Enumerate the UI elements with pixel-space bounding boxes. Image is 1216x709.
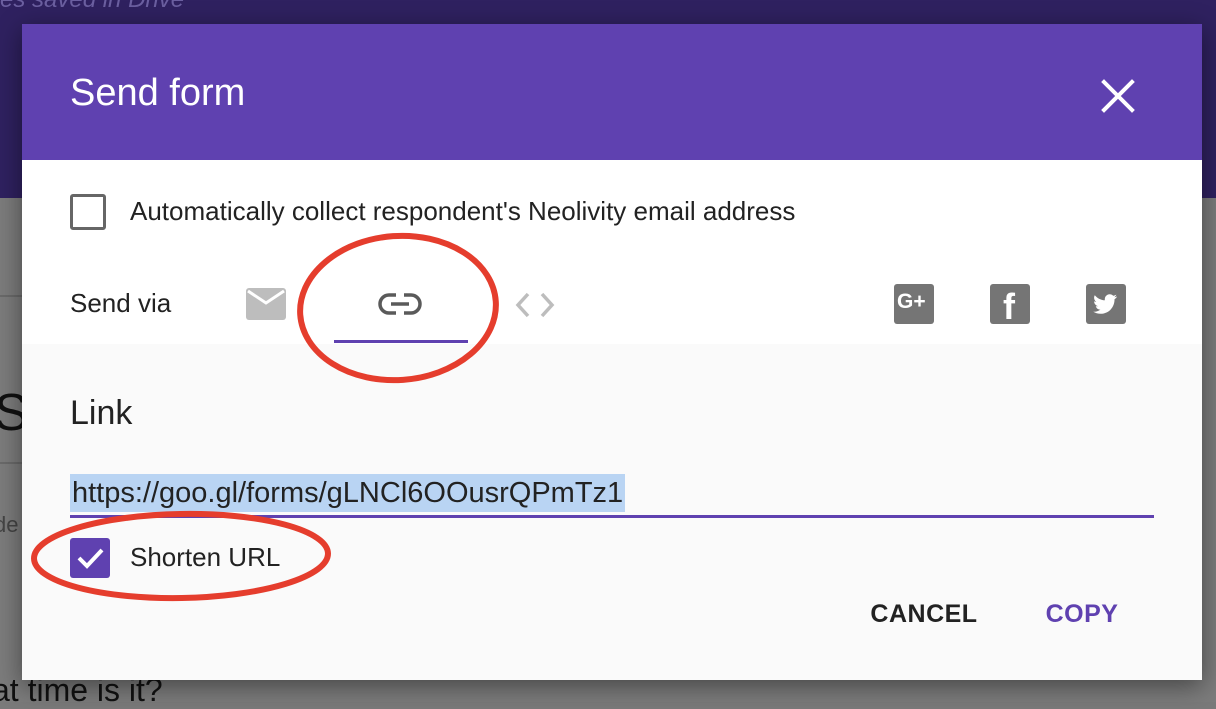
share-google-plus-button[interactable]: G+ [894,284,934,324]
link-heading: Link [70,394,133,432]
close-button[interactable] [1098,76,1138,116]
cancel-button[interactable]: CANCEL [862,594,986,634]
link-url-field[interactable]: https://goo.gl/forms/gLNCl6OOusrQPmTz1 [70,474,1154,518]
send-form-dialog: Send form Automatically collect responde… [22,24,1202,680]
close-icon [1101,79,1135,113]
dialog-title: Send form [70,72,246,114]
mail-icon [246,288,286,320]
embed-icon [515,292,555,318]
twitter-icon [1093,294,1117,314]
link-url-text[interactable]: https://goo.gl/forms/gLNCl6OOusrQPmTz1 [70,474,626,512]
send-via-embed-tab[interactable] [514,290,556,320]
checkmark-icon [77,548,104,569]
dialog-header: Send form [22,24,1202,160]
send-via-label: Send via [70,288,172,318]
shorten-url-checkbox[interactable] [70,538,110,578]
google-plus-icon: G+ [897,290,926,313]
link-icon [378,293,422,315]
background-text-fragment: de [0,512,19,537]
share-twitter-button[interactable] [1086,284,1126,324]
send-via-email-tab[interactable] [246,288,286,320]
collect-email-label: Automatically collect respondent's Neoli… [130,196,796,226]
collect-email-checkbox[interactable] [70,194,106,230]
background-status-text: es saved in Drive [0,0,184,14]
shorten-url-label: Shorten URL [130,542,281,572]
facebook-icon: f [1003,286,1015,327]
selected-tab-indicator [334,340,468,343]
share-facebook-button[interactable]: f [990,284,1030,327]
copy-button[interactable]: COPY [1032,594,1132,634]
send-via-link-tab[interactable] [378,292,422,316]
